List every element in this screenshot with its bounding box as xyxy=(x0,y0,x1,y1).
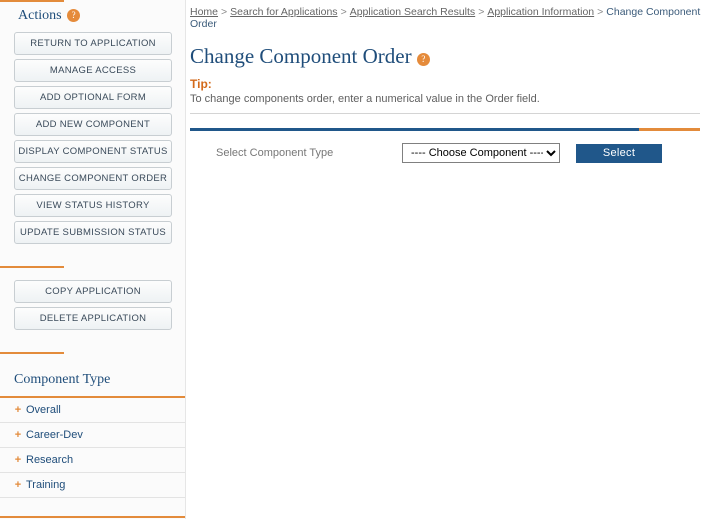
plus-icon: + xyxy=(10,454,26,466)
update-submission-status-button[interactable]: UPDATE SUBMISSION STATUS xyxy=(14,221,172,244)
form-panel: Select Component Type ---- Choose Compon… xyxy=(190,128,700,163)
plus-icon: + xyxy=(10,404,26,416)
component-type-label: Career-Dev xyxy=(26,429,83,441)
sidebar: Actions ? RETURN TO APPLICATION MANAGE A… xyxy=(0,0,186,519)
component-type-list: +Overall +Career-Dev +Research +Training xyxy=(0,398,185,518)
breadcrumb: Home>Search for Applications>Application… xyxy=(186,0,712,30)
panel-top-rule xyxy=(190,128,700,131)
divider-line xyxy=(190,113,700,114)
return-to-application-button[interactable]: RETURN TO APPLICATION xyxy=(14,32,172,55)
help-icon[interactable]: ? xyxy=(67,9,80,22)
add-optional-form-button[interactable]: ADD OPTIONAL FORM xyxy=(14,86,172,109)
component-type-item-research[interactable]: +Research xyxy=(0,448,185,473)
breadcrumb-application-information[interactable]: Application Information xyxy=(487,6,594,18)
component-type-item-career-dev[interactable]: +Career-Dev xyxy=(0,423,185,448)
management-button-list: COPY APPLICATION DELETE APPLICATION xyxy=(0,278,185,338)
select-component-type-label: Select Component Type xyxy=(216,147,386,159)
tip-label: Tip: xyxy=(190,77,700,91)
component-type-label: Training xyxy=(26,479,65,491)
add-new-component-button[interactable]: ADD NEW COMPONENT xyxy=(14,113,172,136)
breadcrumb-home[interactable]: Home xyxy=(190,6,218,18)
component-type-item-overall[interactable]: +Overall xyxy=(0,398,185,423)
component-type-heading-text: Component Type xyxy=(14,372,110,387)
copy-application-button[interactable]: COPY APPLICATION xyxy=(14,280,172,303)
divider-orange xyxy=(0,352,64,354)
plus-icon: + xyxy=(10,479,26,491)
page-title-text: Change Component Order xyxy=(190,44,412,68)
tip-text: To change components order, enter a nume… xyxy=(190,93,700,105)
divider-orange xyxy=(0,266,64,268)
help-icon[interactable]: ? xyxy=(417,53,430,66)
component-type-label: Overall xyxy=(26,404,61,416)
actions-heading-text: Actions xyxy=(18,8,62,23)
select-button[interactable]: Select xyxy=(576,144,662,163)
actions-heading: Actions ? xyxy=(0,2,185,30)
component-type-label: Research xyxy=(26,454,73,466)
view-status-history-button[interactable]: VIEW STATUS HISTORY xyxy=(14,194,172,217)
component-type-item-training[interactable]: +Training xyxy=(0,473,185,498)
divider-orange xyxy=(0,516,185,518)
main: Home>Search for Applications>Application… xyxy=(186,0,712,519)
component-type-select[interactable]: ---- Choose Component ---- xyxy=(402,143,560,163)
breadcrumb-application-search-results[interactable]: Application Search Results xyxy=(350,6,475,18)
plus-icon: + xyxy=(10,429,26,441)
tip-block: Tip: To change components order, enter a… xyxy=(190,77,700,105)
manage-access-button[interactable]: MANAGE ACCESS xyxy=(14,59,172,82)
page-title: Change Component Order ? xyxy=(190,44,712,69)
component-type-heading: Component Type xyxy=(0,364,185,398)
delete-application-button[interactable]: DELETE APPLICATION xyxy=(14,307,172,330)
change-component-order-button[interactable]: CHANGE COMPONENT ORDER xyxy=(14,167,172,190)
breadcrumb-search-for-applications[interactable]: Search for Applications xyxy=(230,6,337,18)
display-component-status-button[interactable]: DISPLAY COMPONENT STATUS xyxy=(14,140,172,163)
actions-button-list: RETURN TO APPLICATION MANAGE ACCESS ADD … xyxy=(0,30,185,252)
